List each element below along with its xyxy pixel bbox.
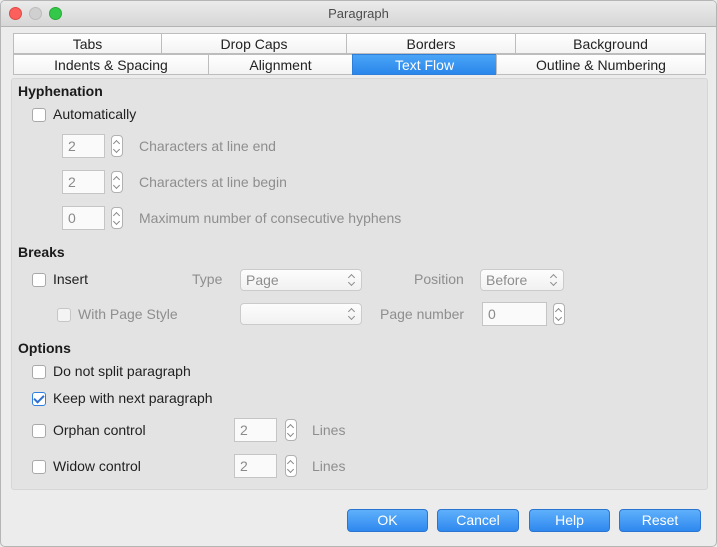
type-label: Type — [192, 271, 223, 287]
widow-lines-input[interactable]: 2 — [234, 454, 277, 478]
page-number-label: Page number — [380, 306, 465, 322]
tab-drop-caps[interactable]: Drop Caps — [161, 33, 346, 54]
breaks-heading: Breaks — [18, 244, 65, 260]
options-heading: Options — [18, 340, 71, 356]
tab-borders[interactable]: Borders — [346, 33, 515, 54]
chars-line-begin-label: Characters at line begin — [139, 174, 287, 190]
chars-line-end-input[interactable]: 2 — [62, 134, 105, 158]
break-position-select[interactable]: Before — [480, 269, 564, 291]
minimize-icon[interactable] — [29, 7, 42, 20]
maximize-icon[interactable] — [49, 7, 62, 20]
no-split-label: Do not split paragraph — [53, 363, 191, 379]
tab-row-2: Indents & Spacing Alignment Text Flow Ou… — [13, 54, 706, 75]
page-number-input[interactable]: 0 — [482, 302, 547, 326]
orphan-label: Orphan control — [53, 422, 146, 438]
ok-button[interactable]: OK — [347, 509, 428, 532]
no-split-checkbox[interactable] — [32, 365, 46, 379]
orphan-lines-stepper[interactable] — [285, 419, 297, 441]
hyphenation-heading: Hyphenation — [18, 83, 103, 99]
break-type-select[interactable]: Page — [240, 269, 362, 291]
chevron-updown-icon — [549, 273, 559, 287]
keep-next-label: Keep with next paragraph — [53, 390, 213, 406]
orphan-lines-input[interactable]: 2 — [234, 418, 277, 442]
chars-line-end-stepper[interactable] — [111, 135, 123, 157]
max-hyphens-stepper[interactable] — [111, 207, 123, 229]
close-icon[interactable] — [9, 7, 22, 20]
window-title: Paragraph — [328, 6, 389, 21]
paragraph-dialog: Paragraph Tabs Drop Caps Borders Backgro… — [0, 0, 717, 547]
widow-unit-label: Lines — [312, 458, 346, 474]
widow-checkbox[interactable] — [32, 460, 46, 474]
widow-lines-stepper[interactable] — [285, 455, 297, 477]
tab-row-1: Tabs Drop Caps Borders Background — [13, 33, 706, 54]
chars-line-end-label: Characters at line end — [139, 138, 276, 154]
with-page-style-label: With Page Style — [78, 306, 178, 322]
cancel-button[interactable]: Cancel — [437, 509, 519, 532]
chars-line-begin-stepper[interactable] — [111, 171, 123, 193]
widow-label: Widow control — [53, 458, 141, 474]
break-position-value: Before — [486, 272, 528, 288]
max-hyphens-label: Maximum number of consecutive hyphens — [139, 210, 402, 226]
keep-next-checkbox[interactable] — [32, 392, 46, 406]
tab-background[interactable]: Background — [515, 33, 706, 54]
orphan-unit-label: Lines — [312, 422, 346, 438]
page-style-select[interactable] — [240, 303, 362, 325]
insert-label: Insert — [53, 271, 89, 287]
max-hyphens-input[interactable]: 0 — [62, 206, 105, 230]
tab-outline-numbering[interactable]: Outline & Numbering — [496, 54, 706, 75]
chevron-updown-icon — [347, 307, 357, 321]
tab-tabs[interactable]: Tabs — [13, 33, 161, 54]
chevron-updown-icon — [347, 273, 357, 287]
tab-text-flow[interactable]: Text Flow — [352, 54, 496, 75]
help-button[interactable]: Help — [529, 509, 610, 532]
insert-checkbox[interactable] — [32, 273, 46, 287]
tab-indents-spacing[interactable]: Indents & Spacing — [13, 54, 208, 75]
break-type-value: Page — [246, 272, 279, 288]
automatically-checkbox[interactable] — [32, 108, 46, 122]
automatically-label: Automatically — [53, 106, 137, 122]
position-label: Position — [414, 271, 464, 287]
tab-alignment[interactable]: Alignment — [208, 54, 352, 75]
with-page-style-checkbox[interactable] — [57, 308, 71, 322]
orphan-checkbox[interactable] — [32, 424, 46, 438]
chars-line-begin-input[interactable]: 2 — [62, 170, 105, 194]
reset-button[interactable]: Reset — [619, 509, 701, 532]
title-bar: Paragraph — [1, 1, 716, 27]
page-number-stepper[interactable] — [553, 303, 565, 325]
